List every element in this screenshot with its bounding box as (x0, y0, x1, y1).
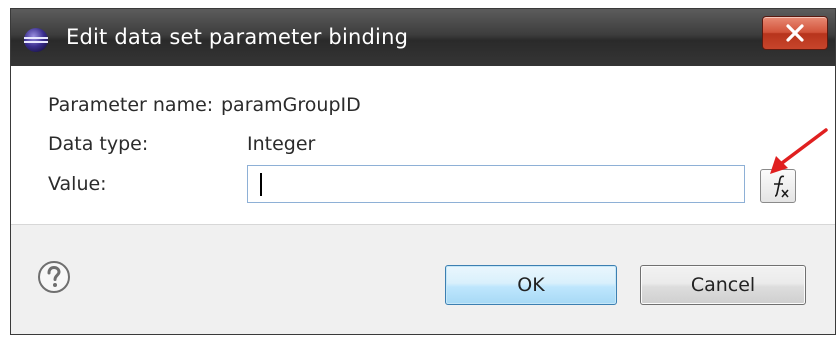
value-label: Value: (48, 173, 107, 195)
help-icon[interactable] (37, 260, 71, 294)
parameter-name-value: paramGroupID (221, 94, 361, 116)
close-icon (786, 24, 804, 42)
button-bar: OK Cancel (11, 225, 835, 334)
data-type-value: Integer (247, 133, 316, 155)
edit-parameter-binding-dialog: Edit data set parameter binding Paramete… (10, 8, 836, 335)
close-button[interactable] (762, 16, 828, 50)
red-arrow-icon (770, 128, 828, 174)
cancel-button[interactable]: Cancel (640, 265, 806, 305)
window-title: Edit data set parameter binding (66, 25, 409, 49)
text-caret (260, 173, 262, 196)
form-area: Parameter name: paramGroupID Data type: … (11, 66, 835, 224)
title-bar[interactable]: Edit data set parameter binding (11, 9, 835, 66)
eclipse-icon (24, 28, 48, 52)
data-type-label: Data type: (48, 133, 149, 155)
parameter-name-label: Parameter name: (48, 94, 214, 116)
ok-button[interactable]: OK (445, 265, 617, 305)
value-input[interactable] (247, 165, 745, 203)
